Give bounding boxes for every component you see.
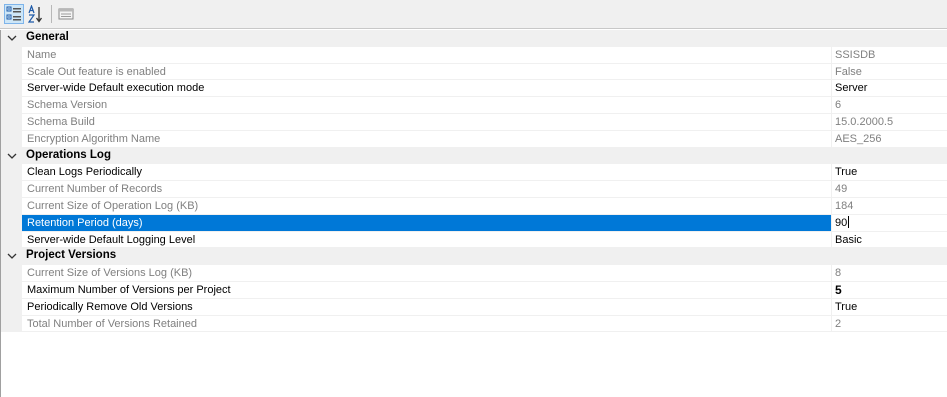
property-row-schema-build[interactable]: Schema Build 15.0.2000.5: [1, 114, 947, 131]
property-value[interactable]: 8: [832, 265, 947, 282]
property-row-clean-logs[interactable]: Clean Logs Periodically True: [1, 164, 947, 182]
property-value[interactable]: True: [832, 299, 947, 316]
text-caret: [848, 215, 850, 228]
property-value[interactable]: 6: [832, 97, 947, 114]
property-name: Periodically Remove Old Versions: [22, 298, 832, 316]
row-gutter: [1, 198, 22, 215]
property-name: Schema Version: [22, 97, 832, 114]
row-gutter: [1, 231, 22, 249]
property-value[interactable]: True: [832, 164, 947, 182]
property-value-text: 90: [835, 216, 848, 229]
property-row-remove-old-versions[interactable]: Periodically Remove Old Versions True: [1, 298, 947, 316]
property-value[interactable]: AES_256: [832, 131, 947, 148]
property-name: Server-wide Default execution mode: [22, 80, 832, 98]
retention-period-input[interactable]: 90: [832, 214, 947, 232]
property-row-versions-log-size[interactable]: Current Size of Versions Log (KB) 8: [1, 265, 947, 282]
category-label: General: [26, 31, 69, 43]
property-name: Clean Logs Periodically: [22, 164, 832, 182]
property-value[interactable]: 184: [832, 198, 947, 215]
property-row-operation-log-size[interactable]: Current Size of Operation Log (KB) 184: [1, 198, 947, 215]
categorized-view-button[interactable]: [4, 4, 24, 24]
row-gutter: [1, 114, 22, 131]
property-name: Scale Out feature is enabled: [22, 63, 832, 81]
row-gutter: [1, 315, 22, 333]
row-gutter: [1, 80, 22, 98]
property-value[interactable]: 49: [832, 181, 947, 198]
property-value[interactable]: False: [832, 64, 947, 81]
property-row-scale-out-enabled[interactable]: Scale Out feature is enabled False: [1, 63, 947, 81]
property-pages-button[interactable]: [56, 4, 76, 24]
property-grid[interactable]: General Name SSISDB Scale Out feature is…: [0, 30, 947, 397]
property-grid-toolbar: [0, 0, 947, 29]
property-row-versions-retained[interactable]: Total Number of Versions Retained 2: [1, 315, 947, 333]
property-name: Server-wide Default Logging Level: [22, 231, 832, 249]
property-name: Schema Build: [22, 114, 832, 131]
row-gutter: [1, 130, 22, 148]
property-row-name[interactable]: Name SSISDB: [1, 46, 947, 64]
row-gutter: [1, 282, 22, 299]
property-name: Maximum Number of Versions per Project: [22, 282, 832, 299]
property-value[interactable]: 5: [832, 282, 947, 299]
row-gutter: [1, 97, 22, 114]
alphabetical-sort-icon: [28, 5, 43, 23]
category-operations-log[interactable]: Operations Log: [1, 147, 947, 165]
property-name: Current Size of Versions Log (KB): [22, 265, 832, 282]
property-row-retention-period[interactable]: Retention Period (days) 90: [1, 214, 947, 232]
category-label: Project Versions: [26, 249, 117, 262]
property-row-logging-level[interactable]: Server-wide Default Logging Level Basic: [1, 231, 947, 249]
category-label: Operations Log: [26, 148, 111, 161]
property-value[interactable]: Server: [832, 80, 947, 98]
property-name: Retention Period (days): [22, 214, 832, 232]
property-name: Current Size of Operation Log (KB): [22, 198, 832, 215]
categorized-view-icon: [6, 6, 21, 21]
chevron-down-icon[interactable]: [6, 32, 18, 44]
property-value[interactable]: 15.0.2000.5: [832, 114, 947, 131]
category-project-versions[interactable]: Project Versions: [1, 248, 947, 266]
property-name: Name: [22, 46, 832, 64]
property-row-schema-version[interactable]: Schema Version 6: [1, 97, 947, 114]
chevron-down-icon[interactable]: [6, 150, 18, 162]
property-row-record-count[interactable]: Current Number of Records 49: [1, 181, 947, 198]
property-row-max-versions[interactable]: Maximum Number of Versions per Project 5: [1, 282, 947, 299]
row-gutter: [1, 164, 22, 182]
property-row-default-execution-mode[interactable]: Server-wide Default execution mode Serve…: [1, 80, 947, 98]
row-gutter: [1, 46, 22, 64]
property-row-encryption-algorithm[interactable]: Encryption Algorithm Name AES_256: [1, 130, 947, 148]
property-name: Current Number of Records: [22, 181, 832, 198]
row-gutter: [1, 265, 22, 282]
row-gutter: [1, 181, 22, 198]
property-pages-icon: [58, 8, 74, 20]
property-value[interactable]: 2: [832, 316, 947, 333]
row-gutter: [1, 298, 22, 316]
row-gutter: [1, 63, 22, 81]
chevron-down-icon[interactable]: [6, 250, 18, 262]
property-value[interactable]: Basic: [832, 232, 947, 249]
toolbar-separator: [51, 5, 52, 23]
alphabetical-sort-button[interactable]: [26, 4, 46, 24]
property-name: Encryption Algorithm Name: [22, 130, 832, 148]
category-general[interactable]: General: [1, 30, 947, 47]
row-gutter: [1, 214, 22, 232]
property-value[interactable]: SSISDB: [832, 47, 947, 64]
property-name: Total Number of Versions Retained: [22, 315, 832, 333]
